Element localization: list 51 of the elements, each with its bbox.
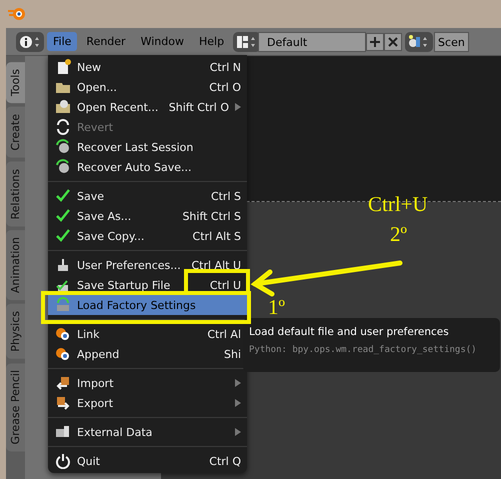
- revert-icon: [55, 119, 71, 135]
- power-icon: [55, 453, 71, 469]
- annotation-text: Ctrl+U: [368, 192, 428, 217]
- menu-item[interactable]: Append Shi: [48, 344, 247, 364]
- app-logo-icon: [8, 7, 26, 21]
- menu-item[interactable]: Recover Last Session: [48, 137, 247, 157]
- plus-icon: [369, 36, 382, 48]
- add-layout-button[interactable]: [366, 32, 384, 50]
- check-icon: [55, 228, 71, 244]
- annotation-text: 1º: [268, 295, 286, 320]
- export-icon: [55, 395, 71, 411]
- recover-icon: [55, 159, 71, 175]
- menu-item[interactable]: Save As... Shift Ctrl S: [48, 206, 247, 226]
- menu-item[interactable]: Quit Ctrl Q: [48, 451, 247, 471]
- info-icon: [19, 34, 41, 48]
- layout-name-field[interactable]: Default: [258, 32, 366, 52]
- menu-item[interactable]: External Data: [48, 422, 247, 442]
- side-tab[interactable]: Tools: [6, 62, 25, 104]
- menu-item[interactable]: Save Ctrl S: [48, 186, 247, 206]
- menu-item[interactable]: Render: [80, 32, 132, 51]
- tooltip-description: Load default file and user preferences: [249, 326, 450, 338]
- annotation-text: 2º: [390, 222, 408, 247]
- menu-item[interactable]: Load Factory Settings: [48, 295, 247, 315]
- menu-item[interactable]: New Ctrl N: [48, 57, 247, 77]
- menu-item[interactable]: Open Recent... Shift Ctrl O: [48, 97, 247, 117]
- menu-item[interactable]: File: [47, 32, 78, 51]
- external-data-icon: [55, 424, 71, 440]
- menu-item[interactable]: Window: [134, 32, 190, 51]
- recent-file-icon: [55, 99, 71, 115]
- recover-icon: [55, 139, 71, 155]
- new-file-icon: [55, 59, 71, 75]
- append-icon: [55, 346, 71, 362]
- menu-item[interactable]: Help: [192, 32, 230, 51]
- menu-item[interactable]: Save Copy... Ctrl Alt S: [48, 226, 247, 246]
- close-icon: [387, 36, 400, 48]
- menu-item[interactable]: Recover Auto Save...: [48, 157, 247, 177]
- menu-item[interactable]: Link Ctrl Al: [48, 324, 247, 344]
- menu-item[interactable]: Save Startup File Ctrl U: [48, 275, 247, 295]
- check-icon: [55, 208, 71, 224]
- scene-name-field[interactable]: Scen: [434, 32, 469, 52]
- scene-selector[interactable]: [405, 32, 434, 52]
- link-icon: [55, 326, 71, 342]
- info-editor-selector[interactable]: [16, 32, 44, 52]
- close-button[interactable]: [384, 32, 402, 50]
- menu-item[interactable]: Import: [48, 373, 247, 393]
- menu-item[interactable]: Open... Ctrl O: [48, 77, 247, 97]
- tooltip-python-path: Python: bpy.ops.wm.read_factory_settings(): [249, 344, 478, 356]
- import-icon: [55, 375, 71, 391]
- check-icon: [55, 188, 71, 204]
- menu-item[interactable]: User Preferences... Ctrl Alt U: [48, 255, 247, 275]
- menu-item[interactable]: Export: [48, 393, 247, 413]
